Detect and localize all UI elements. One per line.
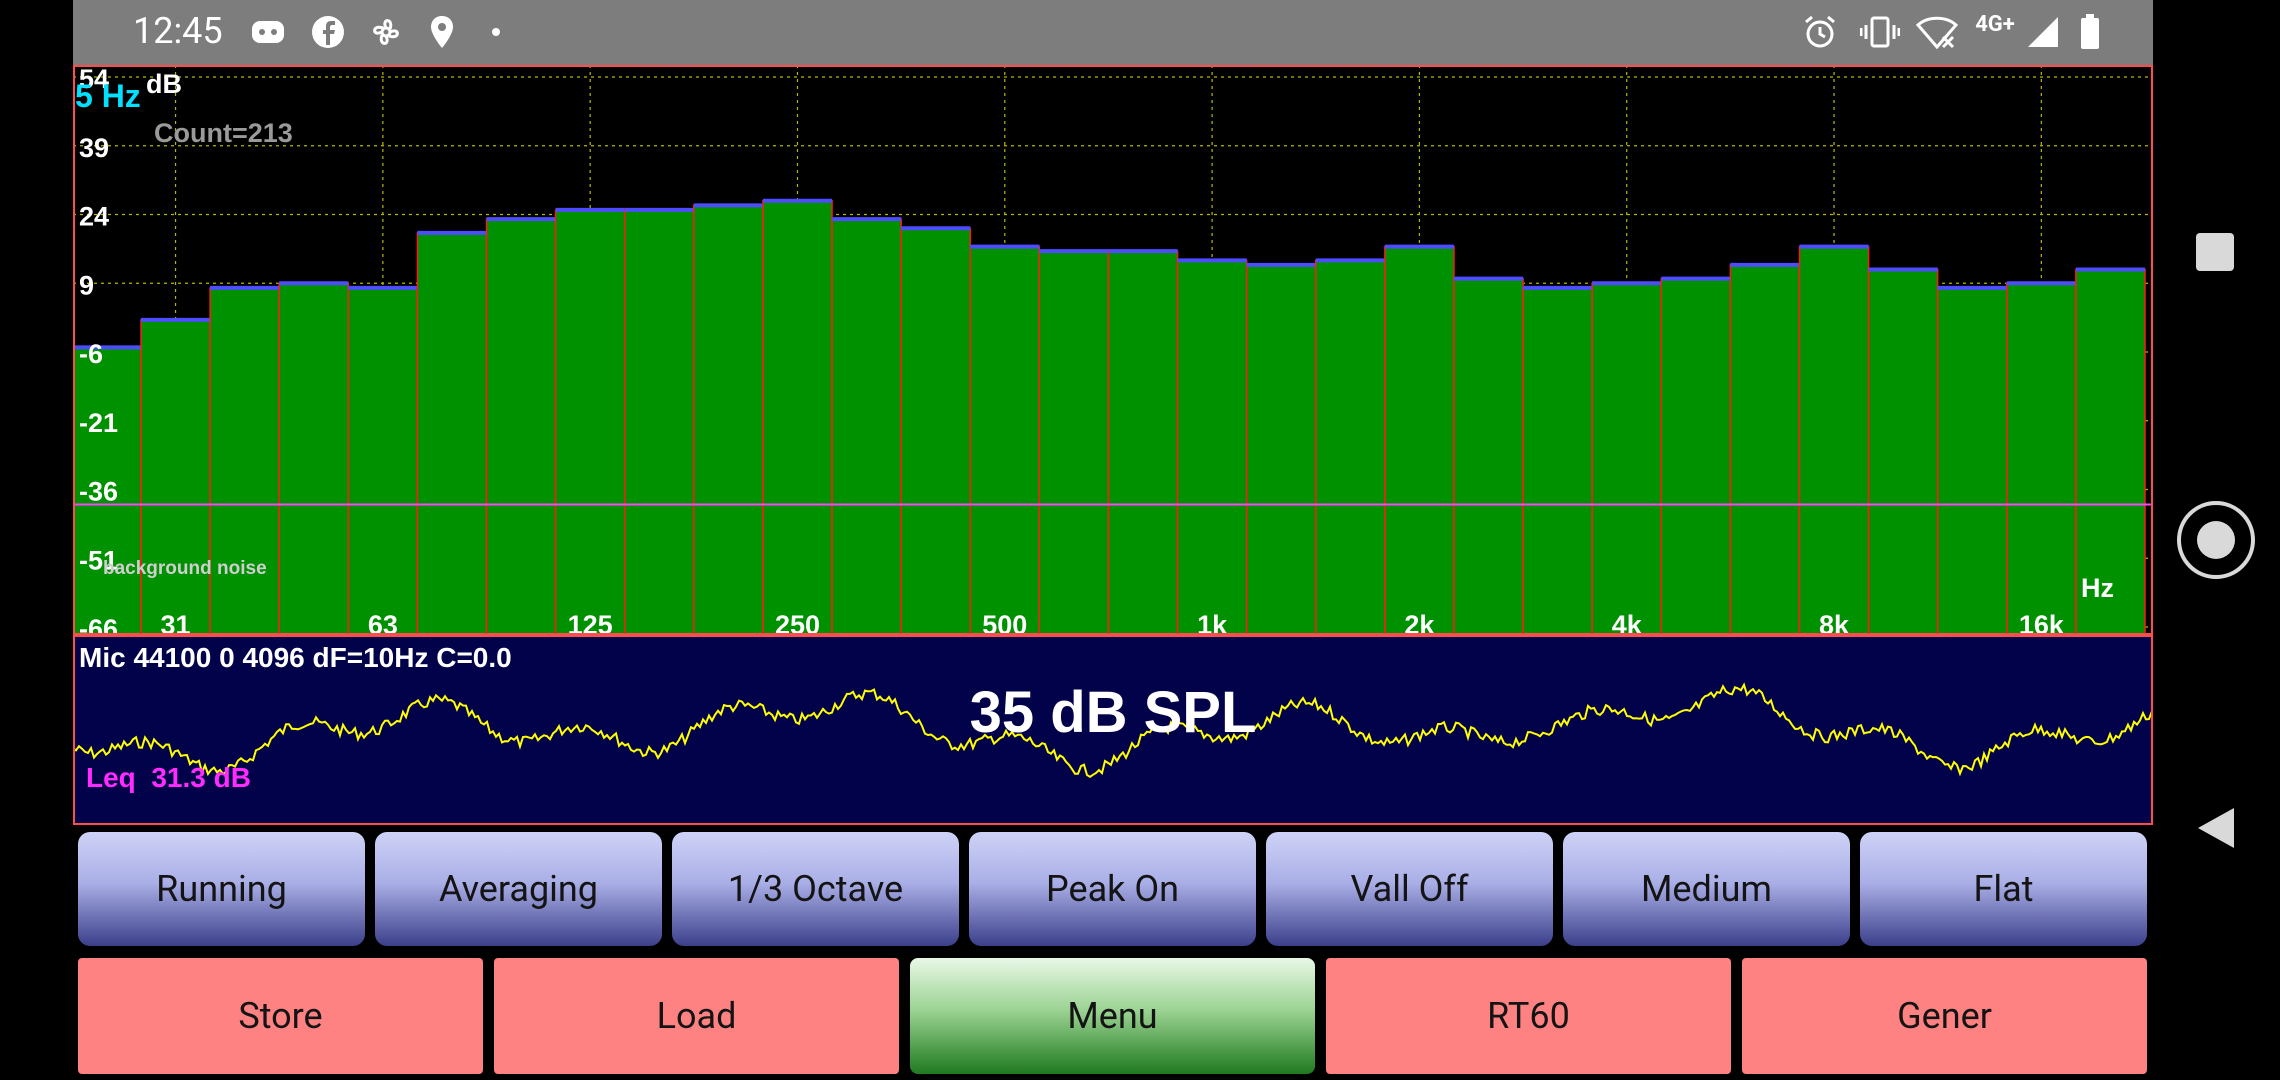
- x-tick-label: 16k: [2019, 610, 2065, 635]
- spectrum-bar: [1038, 250, 1110, 635]
- facebook-icon: [308, 8, 348, 56]
- y-tick-label: 39: [79, 133, 109, 163]
- store-button[interactable]: Store: [78, 958, 483, 1074]
- running-button[interactable]: Running: [78, 832, 365, 946]
- spectrum-bar: [831, 218, 902, 635]
- frequency-readout: 5 Hz: [75, 78, 141, 114]
- spectrum-bar: [1591, 282, 1663, 635]
- dot-icon: [486, 8, 506, 56]
- spectrum-chart: 5439249-6-21-36-51-66 31 63 125 250 500 1k 2k 4…: [73, 65, 2153, 635]
- spectrum-bar: [1936, 287, 2008, 635]
- x-tick-label: 4k: [1612, 610, 1643, 635]
- spectrum-bar: [209, 287, 280, 635]
- spectrum-bar: [900, 227, 971, 635]
- status-bar: 12:45 4G+: [73, 0, 2153, 65]
- vibrate-icon: [1858, 8, 1902, 56]
- spectrum-bar: [762, 200, 833, 635]
- hz-unit-label: Hz: [2081, 573, 2114, 603]
- spectrum-bar: [1245, 264, 1317, 635]
- spectrum-bar: [1384, 245, 1455, 635]
- averaging-button[interactable]: Averaging: [375, 832, 662, 946]
- count-label: Count=213: [154, 118, 293, 148]
- y-tick-label: 9: [79, 270, 94, 300]
- y-tick-label: 24: [79, 202, 109, 232]
- menu-button[interactable]: Menu: [910, 958, 1315, 1074]
- back-button[interactable]: [2196, 806, 2236, 850]
- spl-readout: 35 dB SPL: [970, 680, 1257, 745]
- db-unit-label: dB: [146, 69, 182, 99]
- generator-button[interactable]: Gener: [1742, 958, 2147, 1074]
- fan-icon: [366, 8, 406, 56]
- y-tick-label: -66: [79, 614, 118, 635]
- spectrum-bar: [278, 282, 350, 635]
- spectrum-bar: [416, 232, 488, 635]
- spectrum-bar: [1315, 259, 1386, 635]
- load-button[interactable]: Load: [494, 958, 899, 1074]
- x-tick-label: 1k: [1197, 610, 1228, 635]
- home-button[interactable]: [2176, 500, 2256, 580]
- mic-info: Mic 44100 0 4096 dF=10Hz C=0.0: [79, 642, 512, 673]
- spectrum-bar: [623, 209, 695, 635]
- recents-button[interactable]: [2195, 232, 2235, 272]
- spectrum-bar: [554, 209, 626, 635]
- weighting-button[interactable]: Flat: [1860, 832, 2147, 946]
- network-type: 4G+: [1975, 12, 2015, 37]
- status-time: 12:45: [133, 10, 223, 52]
- leq-readout: Leq 31.3 dB: [86, 762, 251, 793]
- x-tick-label: 63: [368, 610, 398, 635]
- spectrum-bar: [1107, 250, 1179, 635]
- spectrum-bar: [1522, 287, 1593, 635]
- spectrum-bar: [1798, 245, 1870, 635]
- waveform-panel: Mic 44100 0 4096 dF=10Hz C=0.0 35 dB SPL…: [73, 635, 2153, 825]
- location-icon: [425, 8, 459, 56]
- navigation-bar: [2153, 0, 2280, 1080]
- x-tick-label: 500: [982, 610, 1027, 635]
- y-tick-label: -21: [79, 408, 118, 438]
- background-noise-label: background noise: [103, 558, 267, 579]
- x-tick-label: 31: [161, 610, 191, 635]
- wifi-off-icon: [1915, 8, 1959, 56]
- alarm-icon: [1800, 8, 1840, 56]
- spectrum-bar: [140, 319, 211, 635]
- spectrum-bar: [347, 287, 419, 635]
- octave-button[interactable]: 1/3 Octave: [672, 832, 959, 946]
- y-tick-label: -36: [79, 477, 118, 507]
- spectrum-bar: [1453, 277, 1524, 635]
- x-tick-label: 250: [775, 610, 820, 635]
- spectrum-bar: [969, 245, 1041, 635]
- spectrum-bar: [1867, 268, 1939, 635]
- spectrum-bar: [1660, 277, 1732, 635]
- y-tick-label: -6: [79, 339, 103, 369]
- spectrum-bar: [693, 204, 764, 635]
- valley-button[interactable]: Vall Off: [1266, 832, 1553, 946]
- spectrum-bar: [1176, 259, 1248, 635]
- peak-button[interactable]: Peak On: [969, 832, 1256, 946]
- x-tick-label: 8k: [1819, 610, 1850, 635]
- x-tick-label: 125: [568, 610, 613, 635]
- discord-icon: [248, 8, 288, 56]
- speed-button[interactable]: Medium: [1563, 832, 1850, 946]
- rt60-button[interactable]: RT60: [1326, 958, 1731, 1074]
- spectrum-bar: [485, 218, 557, 635]
- battery-icon: [2073, 8, 2107, 56]
- spectrum-bar: [1729, 264, 1801, 635]
- x-tick-label: 2k: [1404, 610, 1435, 635]
- signal-icon: [2023, 8, 2063, 56]
- spectrum-bar: [2006, 282, 2077, 635]
